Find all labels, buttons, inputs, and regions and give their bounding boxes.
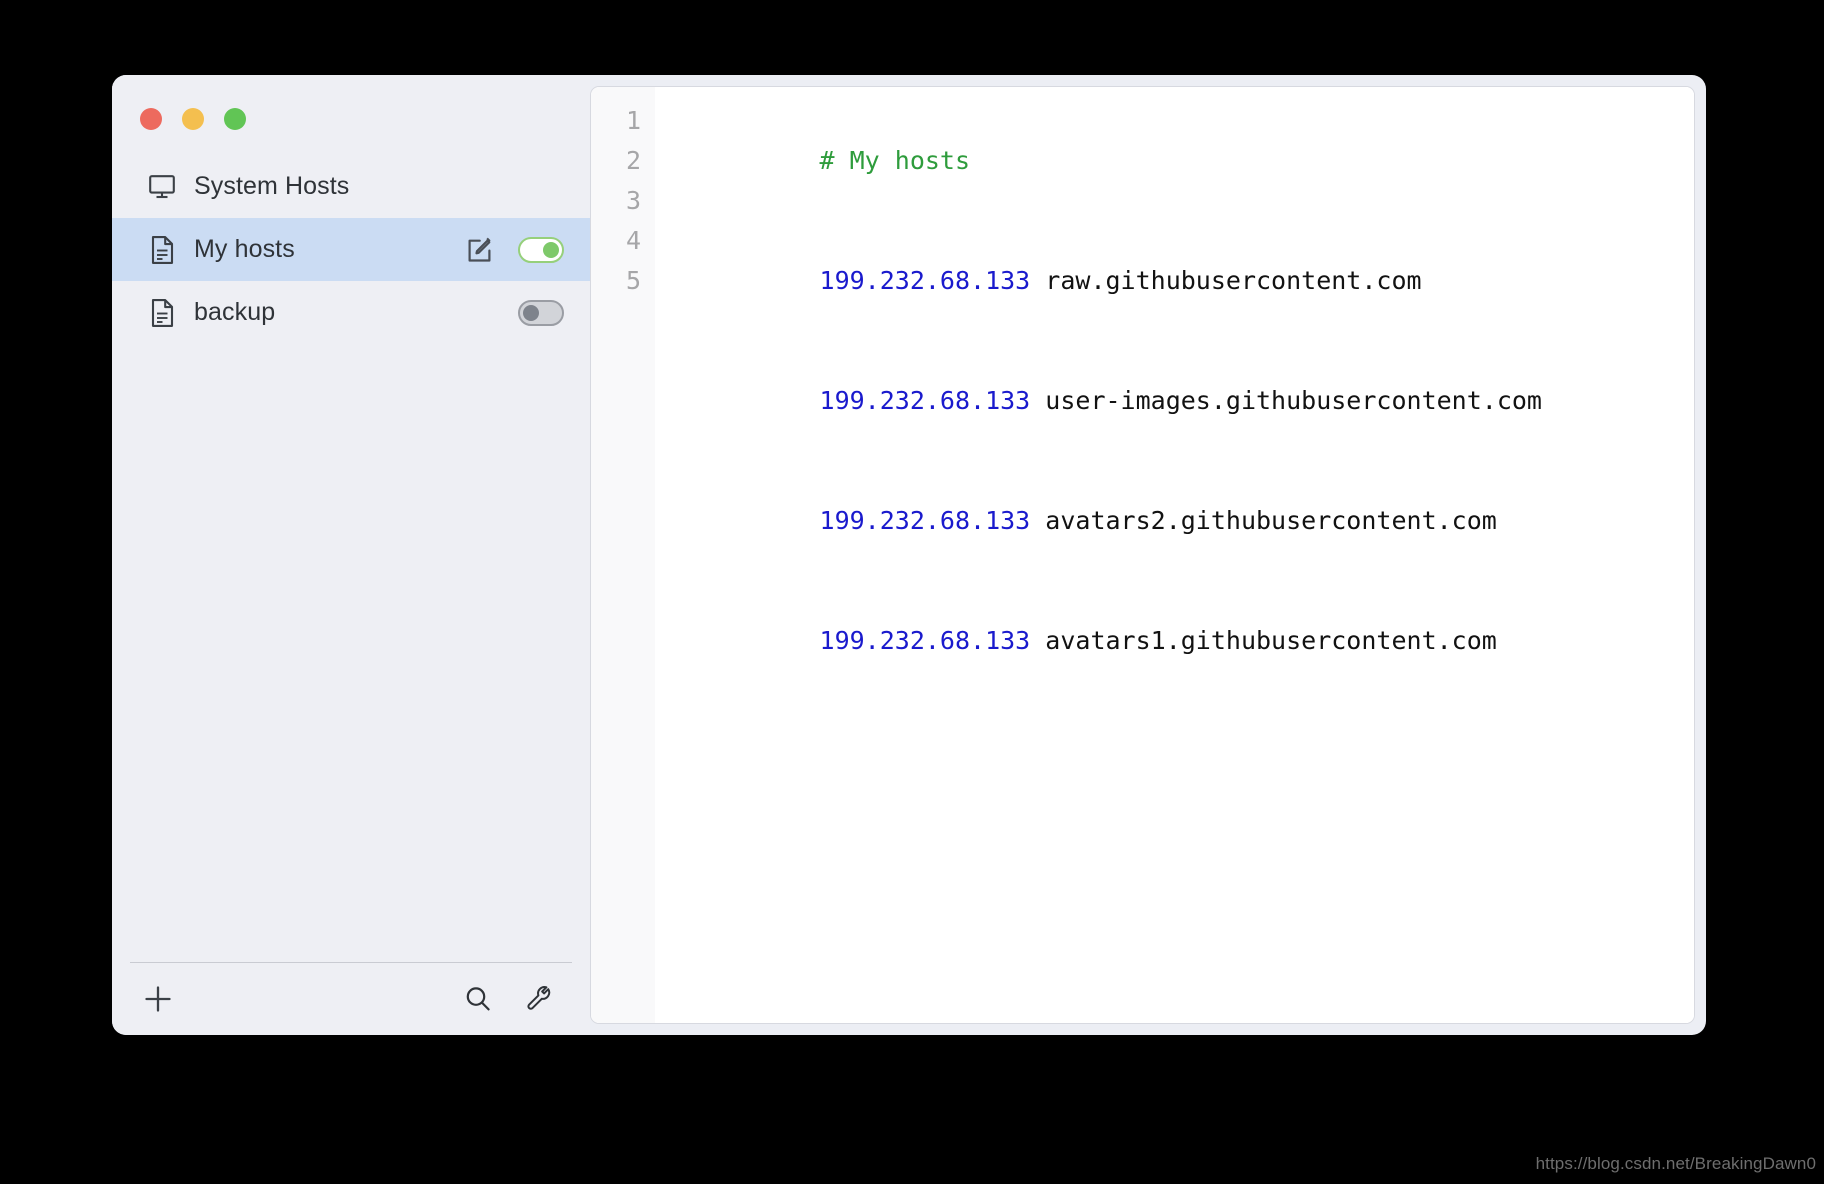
sidebar-item-backup[interactable]: backup: [112, 281, 590, 344]
toggle-backup[interactable]: [518, 299, 564, 326]
line-number: 4: [625, 226, 641, 255]
close-button[interactable]: [140, 108, 162, 130]
wrench-icon[interactable]: [522, 983, 554, 1015]
sidebar-toolbar: [112, 963, 590, 1035]
zoom-button[interactable]: [224, 108, 246, 130]
sidebar-item-system-hosts[interactable]: System Hosts: [112, 155, 590, 218]
sidebar-item-my-hosts[interactable]: My hosts: [112, 218, 590, 281]
hostname-token: raw.githubusercontent.com: [1030, 266, 1422, 295]
line-number: 3: [625, 186, 641, 215]
code-line: 199.232.68.133 avatars2.githubuserconten…: [669, 461, 1694, 581]
window-controls: [112, 75, 590, 136]
ip-token: 199.232.68.133: [819, 386, 1031, 415]
toggle-my-hosts[interactable]: [518, 236, 564, 263]
line-number: 5: [625, 266, 641, 295]
search-icon[interactable]: [462, 983, 494, 1015]
watermark: https://blog.csdn.net/BreakingDawn0: [1535, 1154, 1816, 1173]
toggle-knob: [523, 304, 539, 321]
line-number: 1: [625, 106, 641, 135]
ip-token: 199.232.68.133: [819, 266, 1031, 295]
edit-pencil-icon[interactable]: [466, 236, 494, 264]
minimize-button[interactable]: [182, 108, 204, 130]
code-line: 199.232.68.133 user-images.githubusercon…: [669, 341, 1694, 461]
ip-token: 199.232.68.133: [819, 506, 1031, 535]
monitor-icon: [148, 172, 176, 202]
editor-panel[interactable]: 1 2 3 4 5 # My hosts 199.232.68.133 raw.…: [590, 86, 1695, 1024]
toggle-knob: [543, 241, 559, 258]
sidebar: System Hosts My hosts backup: [112, 75, 590, 1035]
code-area[interactable]: # My hosts 199.232.68.133 raw.githubuser…: [655, 87, 1694, 1023]
plus-icon[interactable]: [142, 983, 174, 1015]
document-icon: [148, 298, 176, 328]
line-number-gutter: 1 2 3 4 5: [591, 87, 655, 1023]
code-line: # My hosts: [669, 101, 1694, 221]
code-line: 199.232.68.133 raw.githubusercontent.com: [669, 221, 1694, 341]
document-icon: [148, 235, 176, 265]
comment-token: # My hosts: [819, 146, 971, 175]
hostname-token: avatars1.githubusercontent.com: [1030, 626, 1497, 655]
row-actions: [466, 236, 564, 264]
row-actions: [518, 299, 564, 326]
code-line: 199.232.68.133 avatars1.githubuserconten…: [669, 581, 1694, 701]
ip-token: 199.232.68.133: [819, 626, 1031, 655]
app-window: System Hosts My hosts backup 1 2 3 4 5 #…: [112, 75, 1706, 1035]
line-number: 2: [625, 146, 641, 175]
sidebar-item-label: backup: [194, 298, 276, 326]
sidebar-item-label: My hosts: [194, 235, 295, 263]
screen: System Hosts My hosts backup 1 2 3 4 5 #…: [0, 0, 1824, 1184]
hosts-list: System Hosts My hosts backup: [112, 155, 590, 344]
hostname-token: user-images.githubusercontent.com: [1030, 386, 1542, 415]
hostname-token: avatars2.githubusercontent.com: [1030, 506, 1497, 535]
sidebar-item-label: System Hosts: [194, 172, 350, 200]
